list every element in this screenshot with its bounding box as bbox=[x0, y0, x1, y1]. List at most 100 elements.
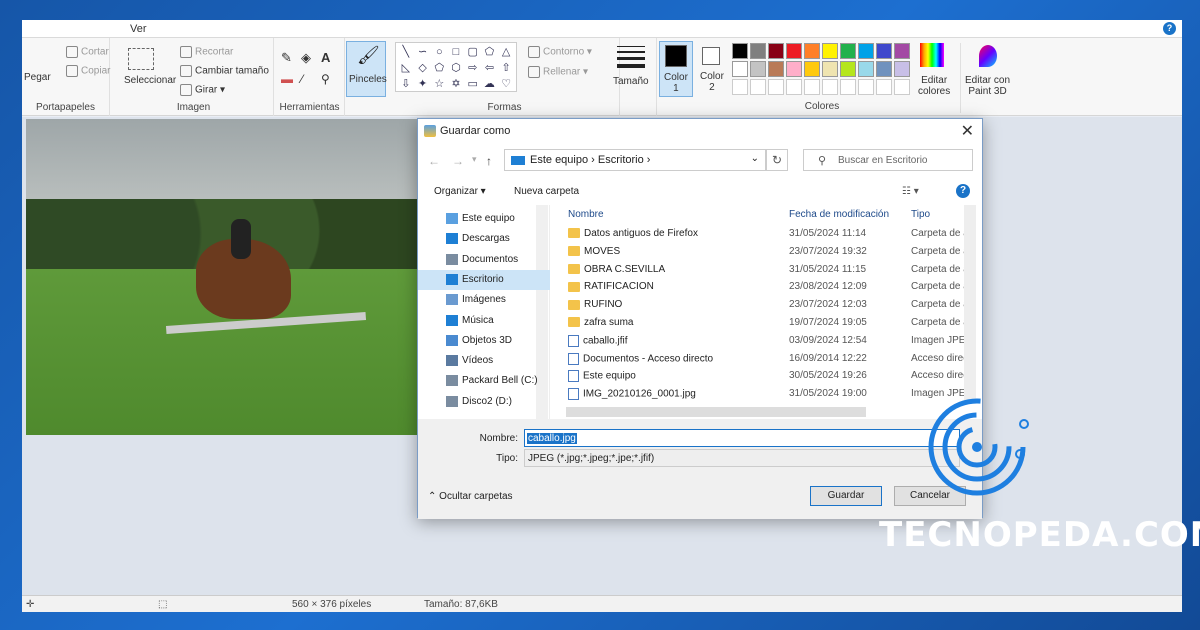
eraser-icon[interactable]: ▬ bbox=[281, 72, 293, 86]
help-icon[interactable]: ? bbox=[1163, 22, 1176, 35]
shapes-gallery[interactable]: ╲ ∽ ○ □ ▢ ⬠ △ ◺ ◇ ⬠ ⬡ ⇨ ⇦ ⇧ ⇩ ✦ ☆ ✡ ▭ ☁ ♡ bbox=[395, 42, 517, 92]
palette-color-13[interactable] bbox=[786, 61, 802, 77]
nav-item-5[interactable]: Música bbox=[418, 311, 550, 331]
size-lines-icon[interactable] bbox=[617, 46, 645, 68]
palette-custom-1[interactable] bbox=[750, 79, 766, 95]
nav-item-8[interactable]: Packard Bell (C:) bbox=[418, 371, 550, 391]
palette-color-12[interactable] bbox=[768, 61, 784, 77]
cut-button[interactable]: Cortar bbox=[66, 46, 109, 58]
list-horizontal-scrollbar[interactable] bbox=[566, 407, 866, 417]
palette-custom-4[interactable] bbox=[804, 79, 820, 95]
palette-custom-0[interactable] bbox=[732, 79, 748, 95]
column-name[interactable]: Nombre bbox=[568, 209, 604, 220]
file-row[interactable]: Datos antiguos de Firefox 31/05/2024 11:1… bbox=[564, 225, 969, 243]
address-bar[interactable]: Este equipo › Escritorio › ⌄ bbox=[504, 149, 766, 171]
palette-color-10[interactable] bbox=[732, 61, 748, 77]
palette-color-6[interactable] bbox=[840, 43, 856, 59]
text-icon[interactable]: A bbox=[321, 50, 330, 65]
list-vertical-scrollbar[interactable] bbox=[964, 205, 976, 401]
close-icon[interactable]: ✕ bbox=[961, 121, 974, 141]
file-row[interactable]: caballo.jfif 03/09/2024 12:54 Imagen JPEG bbox=[564, 332, 969, 350]
resize-button[interactable]: Cambiar tamaño bbox=[180, 65, 269, 77]
palette-color-4[interactable] bbox=[804, 43, 820, 59]
file-row[interactable]: MOVES 23/07/2024 19:32 Carpeta de ar bbox=[564, 243, 969, 261]
picker-icon[interactable]: ⁄ bbox=[301, 72, 303, 86]
organize-button[interactable]: Organizar ▾ bbox=[434, 186, 486, 197]
fill-shape-button[interactable]: Rellenar ▾ bbox=[528, 66, 588, 78]
palette-color-1[interactable] bbox=[750, 43, 766, 59]
file-row[interactable]: IMG_20210126_0001.jpg 31/05/2024 19:00 Ima… bbox=[564, 385, 969, 403]
nav-item-1[interactable]: Descargas bbox=[418, 229, 550, 249]
palette-custom-6[interactable] bbox=[840, 79, 856, 95]
chevron-down-icon[interactable]: ⌄ bbox=[751, 153, 759, 164]
new-folder-button[interactable]: Nueva carpeta bbox=[514, 186, 579, 197]
palette-custom-9[interactable] bbox=[894, 79, 910, 95]
rotate-button[interactable]: Girar ▾ bbox=[180, 84, 225, 96]
nav-item-0[interactable]: Este equipo bbox=[418, 209, 550, 229]
nav-item-3[interactable]: Escritorio bbox=[418, 269, 550, 290]
palette-color-8[interactable] bbox=[876, 43, 892, 59]
fill-icon[interactable]: ◈ bbox=[301, 50, 311, 66]
paste-button[interactable]: Pegar bbox=[24, 72, 51, 83]
magnifier-icon[interactable]: ⚲ bbox=[321, 72, 330, 86]
forward-icon[interactable]: → bbox=[452, 154, 464, 168]
color2-button[interactable]: Color 2 bbox=[696, 41, 728, 97]
palette-custom-8[interactable] bbox=[876, 79, 892, 95]
filetype-select[interactable]: JPEG (*.jpg;*.jpeg;*.jpe;*.jfif) bbox=[524, 449, 960, 467]
hide-folders-button[interactable]: ⌃ Ocultar carpetas bbox=[428, 491, 513, 502]
edit-colors-button[interactable]: Editar colores bbox=[914, 43, 954, 113]
palette-color-14[interactable] bbox=[804, 61, 820, 77]
palette-custom-2[interactable] bbox=[768, 79, 784, 95]
size-button[interactable]: Tamaño bbox=[613, 76, 649, 87]
column-type[interactable]: Tipo bbox=[911, 209, 930, 220]
palette-color-9[interactable] bbox=[894, 43, 910, 59]
palette-custom-3[interactable] bbox=[786, 79, 802, 95]
file-row[interactable]: RUFINO 23/07/2024 12:03 Carpeta de ar bbox=[564, 296, 969, 314]
file-row[interactable]: Documentos - Acceso directo 16/09/2014 12… bbox=[564, 350, 969, 368]
palette-color-18[interactable] bbox=[876, 61, 892, 77]
color1-button[interactable]: Color 1 bbox=[659, 41, 693, 97]
palette-custom-7[interactable] bbox=[858, 79, 874, 95]
filename-input[interactable]: caballo.jpg bbox=[524, 429, 960, 447]
file-row[interactable]: OBRA C.SEVILLA 31/05/2024 11:15 Carpeta de… bbox=[564, 261, 969, 279]
nav-item-7[interactable]: Vídeos bbox=[418, 351, 550, 371]
crop-button[interactable]: Recortar bbox=[180, 46, 233, 58]
up-icon[interactable]: ↑ bbox=[486, 154, 492, 168]
outline-button[interactable]: Contorno ▾ bbox=[528, 46, 592, 58]
file-row[interactable]: RATIFICACION 23/08/2024 12:09 Carpeta de a… bbox=[564, 278, 969, 296]
file-row[interactable]: Este equipo 30/05/2024 19:26 Acceso direct bbox=[564, 367, 969, 385]
palette-color-19[interactable] bbox=[894, 61, 910, 77]
palette-color-17[interactable] bbox=[858, 61, 874, 77]
help-icon[interactable]: ? bbox=[956, 184, 970, 198]
recent-chevron-icon[interactable]: ▾ bbox=[472, 154, 477, 165]
brushes-button[interactable]: 🖌 Pinceles bbox=[346, 41, 387, 97]
folder-icon bbox=[568, 317, 580, 328]
tab-view[interactable]: Ver bbox=[130, 23, 147, 35]
palette-custom-5[interactable] bbox=[822, 79, 838, 95]
search-input[interactable]: ⚲ Buscar en Escritorio bbox=[803, 149, 973, 171]
nav-item-9[interactable]: Disco2 (D:) bbox=[418, 392, 550, 412]
canvas-image[interactable] bbox=[26, 119, 418, 435]
palette-color-3[interactable] bbox=[786, 43, 802, 59]
nav-item-4[interactable]: Imágenes bbox=[418, 290, 550, 310]
shapes-label: Formas bbox=[487, 102, 522, 113]
pencil-icon[interactable]: ✎ bbox=[281, 50, 292, 66]
palette-color-7[interactable] bbox=[858, 43, 874, 59]
nav-item-6[interactable]: Objetos 3D bbox=[418, 331, 550, 351]
palette-color-16[interactable] bbox=[840, 61, 856, 77]
palette-color-15[interactable] bbox=[822, 61, 838, 77]
palette-color-5[interactable] bbox=[822, 43, 838, 59]
nav-item-2[interactable]: Documentos bbox=[418, 250, 550, 270]
copy-button[interactable]: Copiar bbox=[66, 65, 110, 77]
select-button[interactable]: Seleccionar bbox=[124, 75, 176, 86]
paint3d-button[interactable]: Editar con Paint 3D bbox=[960, 43, 1016, 113]
palette-color-11[interactable] bbox=[750, 61, 766, 77]
palette-color-0[interactable] bbox=[732, 43, 748, 59]
file-row[interactable]: zafra suma 19/07/2024 19:05 Carpeta de ar bbox=[564, 314, 969, 332]
view-options-icon[interactable]: ☷ ▾ bbox=[902, 186, 919, 197]
palette-color-2[interactable] bbox=[768, 43, 784, 59]
refresh-icon[interactable]: ↻ bbox=[766, 149, 788, 171]
save-button[interactable]: Guardar bbox=[810, 486, 882, 506]
column-date[interactable]: Fecha de modificación bbox=[789, 209, 889, 220]
back-icon[interactable]: ← bbox=[428, 154, 440, 168]
